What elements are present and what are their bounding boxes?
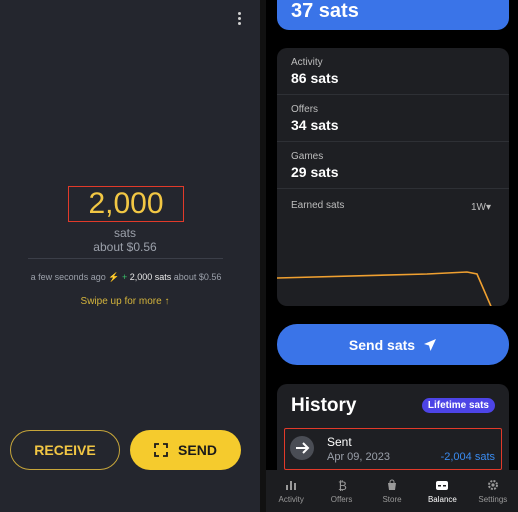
- total-balance-card: 37 sats: [277, 0, 509, 30]
- scan-icon: [154, 443, 168, 457]
- balance-amount: 2,000: [68, 186, 184, 222]
- svg-text:₿: ₿: [338, 479, 347, 491]
- arrow-up-icon: ↑: [164, 296, 170, 307]
- swipe-up-hint[interactable]: Swipe up for more ↑: [0, 296, 250, 307]
- tx-plus-sign: +: [121, 272, 128, 282]
- send-button-label: SEND: [178, 442, 217, 458]
- wallet-screen: 2,000 sats about $0.56 a few seconds ago…: [0, 0, 260, 512]
- stat-games: Games 29 sats: [277, 142, 509, 189]
- arrow-right-icon: [290, 436, 314, 460]
- gear-icon: [487, 479, 498, 490]
- bitcoin-icon: ₿: [338, 479, 347, 491]
- earned-sats-chart: [277, 271, 492, 306]
- history-entry-name: Sent: [327, 435, 352, 449]
- stat-offers: Offers 34 sats: [277, 95, 509, 142]
- divider: [28, 258, 223, 259]
- send-sats-button[interactable]: Send sats: [277, 324, 509, 365]
- nav-activity[interactable]: Activity: [266, 470, 316, 512]
- latest-transaction[interactable]: a few seconds ago ⚡ + 2,000 sats about $…: [0, 272, 252, 283]
- balance-fiat: about $0.56: [93, 240, 157, 254]
- receive-button[interactable]: RECEIVE: [10, 430, 120, 470]
- send-button[interactable]: SEND: [130, 430, 241, 470]
- stat-activity: Activity 86 sats: [277, 48, 509, 95]
- earned-sats-line: [277, 271, 492, 306]
- shopping-bag-icon: [388, 479, 397, 490]
- lifetime-sats-badge[interactable]: Lifetime sats: [421, 398, 495, 413]
- bottom-nav: Activity ₿ Offers Store Balance Settings: [266, 470, 518, 512]
- balance-unit: sats: [113, 226, 136, 240]
- more-options-icon[interactable]: [238, 12, 242, 27]
- history-entry-date: Apr 09, 2023: [327, 451, 390, 463]
- tx-amount: 2,000 sats: [129, 272, 172, 282]
- lightning-icon: ⚡: [108, 272, 120, 282]
- bar-chart-icon: [286, 480, 297, 490]
- nav-offers[interactable]: ₿ Offers: [316, 470, 366, 512]
- paper-plane-icon: [424, 338, 437, 351]
- history-row[interactable]: Sent Apr 09, 2023 -2,004 sats: [284, 428, 502, 470]
- tx-fiat: about $0.56: [173, 272, 222, 282]
- history-entry-amount: -2,004 sats: [440, 451, 495, 463]
- nav-settings[interactable]: Settings: [468, 470, 518, 512]
- tx-time: a few seconds ago: [30, 272, 106, 282]
- history-title: History: [291, 395, 357, 416]
- earnings-card: Activity 86 sats Offers 34 sats Games 29…: [277, 48, 509, 306]
- wallet-icon: [436, 480, 449, 490]
- nav-balance[interactable]: Balance: [417, 470, 467, 512]
- nav-store[interactable]: Store: [367, 470, 417, 512]
- balance-screen: 37 sats Activity 86 sats Offers 34 sats …: [266, 0, 518, 512]
